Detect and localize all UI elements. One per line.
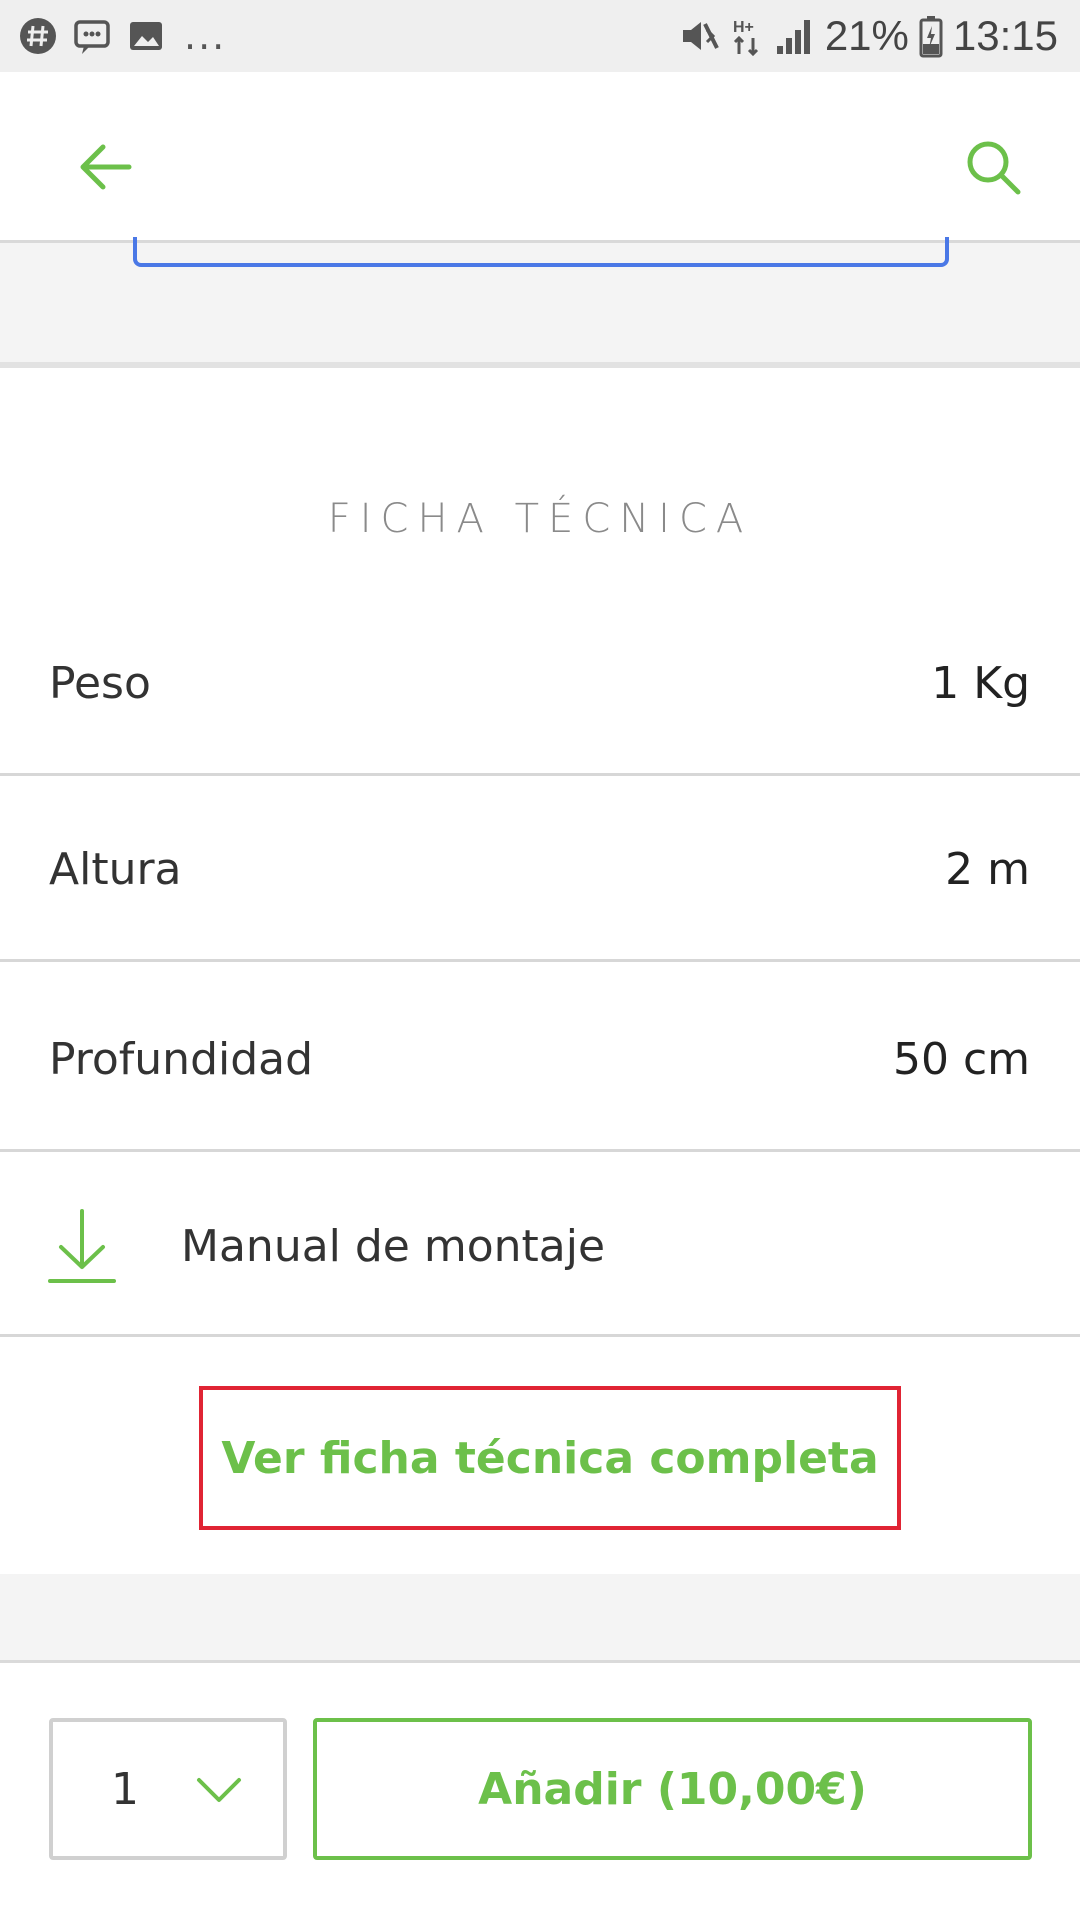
quantity-value: 1 — [111, 1763, 139, 1815]
spec-row-profundidad: Profundidad 50 cm — [0, 966, 1080, 1152]
assembly-manual-link[interactable]: Manual de montaje — [0, 1155, 1080, 1337]
search-button[interactable] — [948, 122, 1038, 212]
previous-section-strip — [0, 237, 1080, 368]
system-icons: H+ 21% 13:15 — [677, 10, 1058, 62]
selected-option-frame — [133, 237, 949, 267]
quantity-select[interactable]: 1 — [49, 1718, 287, 1860]
status-bar: ... H+ 21% 13:15 — [0, 0, 1080, 72]
spec-label: Altura — [49, 843, 182, 895]
arrow-left-icon — [80, 144, 132, 190]
mute-icon — [682, 22, 719, 50]
search-icon — [967, 141, 1021, 195]
battery-icon — [919, 16, 943, 58]
spec-row-altura: Altura 2 m — [0, 776, 1080, 962]
overflow-indicator: ... — [184, 14, 227, 58]
download-icon — [48, 1209, 116, 1283]
battery-percentage: 21% — [824, 12, 909, 59]
svg-text:H+: H+ — [733, 19, 754, 36]
back-button[interactable] — [60, 122, 150, 212]
notification-icons: ... — [18, 14, 226, 58]
signal-icon — [776, 20, 810, 54]
spec-value: 50 cm — [892, 1033, 1030, 1085]
spec-value: 1 Kg — [931, 657, 1030, 709]
clock: 13:15 — [952, 12, 1058, 59]
spec-label: Profundidad — [49, 1033, 314, 1085]
view-full-sheet-button[interactable]: Ver ficha técnica completa — [199, 1386, 901, 1530]
section-title: FICHA TÉCNICA — [327, 496, 753, 542]
spec-label: Peso — [49, 657, 151, 709]
spec-value: 2 m — [945, 843, 1030, 895]
chevron-down-icon — [197, 1778, 241, 1802]
message-app-icon — [74, 20, 110, 54]
gallery-icon — [130, 22, 162, 50]
spec-row-peso: Peso 1 Kg — [0, 590, 1080, 776]
section-divider — [0, 1574, 1080, 1663]
add-to-cart-button[interactable]: Añadir (10,00€) — [313, 1718, 1032, 1860]
manual-label: Manual de montaje — [181, 1220, 606, 1272]
hashtag-app-icon — [20, 18, 56, 54]
app-bar — [0, 72, 1080, 243]
hplus-data-icon: H+ — [733, 19, 758, 57]
